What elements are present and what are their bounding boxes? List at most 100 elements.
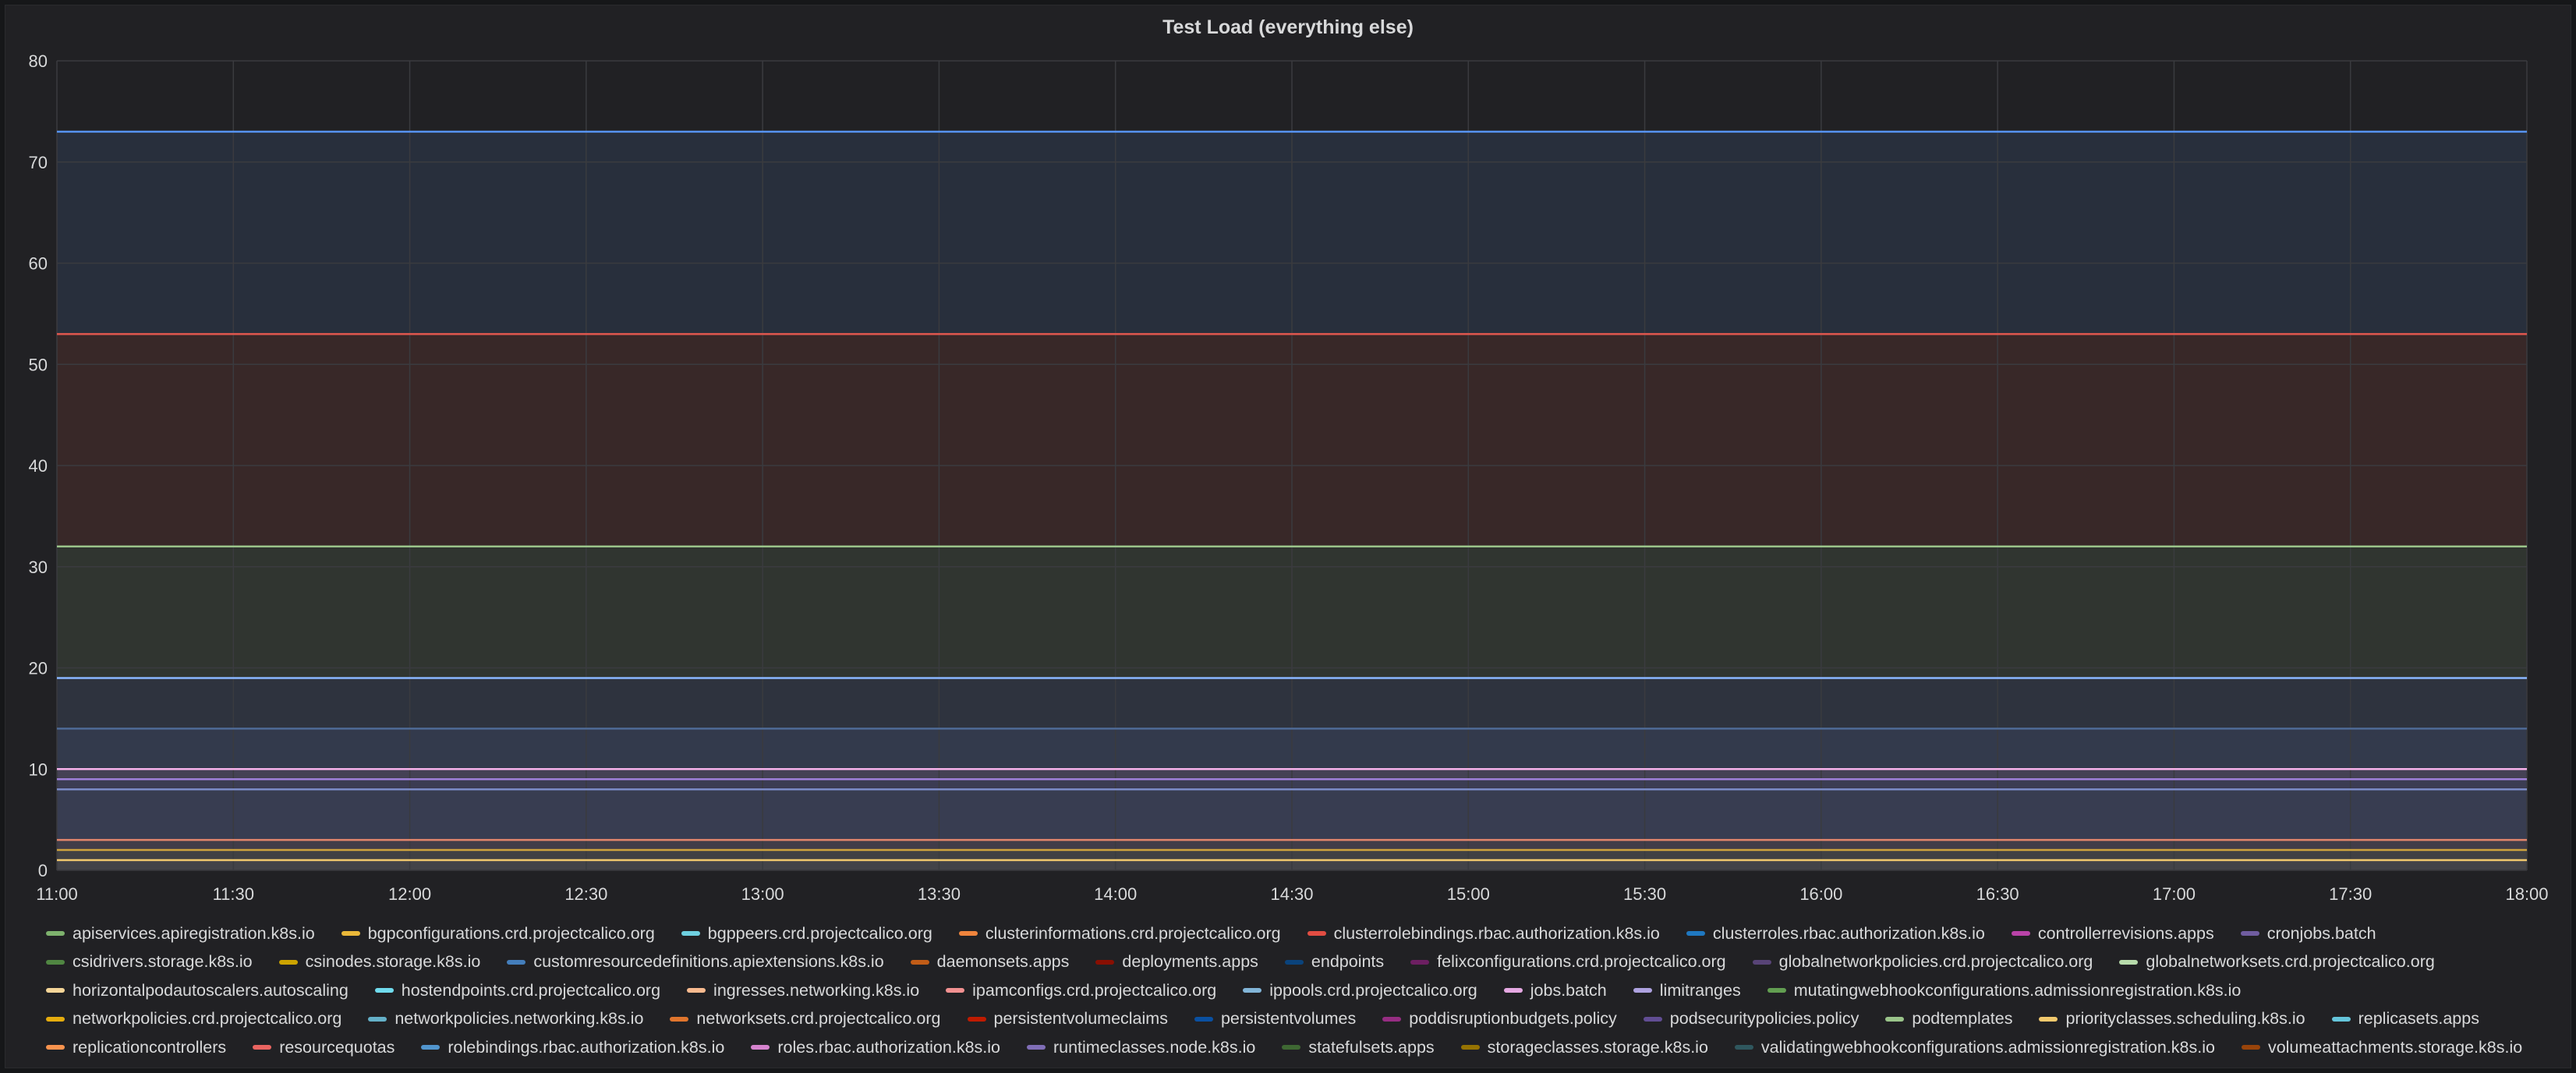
legend-item[interactable]: persistentvolumes	[1194, 1005, 1356, 1034]
legend-label: resourcequotas	[279, 1037, 395, 1057]
legend-swatch-icon	[687, 988, 706, 993]
legend-label: horizontalpodautoscalers.autoscaling	[73, 980, 349, 1000]
legend-label: ipamconfigs.crd.projectcalico.org	[972, 980, 1217, 1000]
legend-label: ingresses.networking.k8s.io	[713, 980, 920, 1000]
legend-label: podsecuritypolicies.policy	[1669, 1009, 1859, 1029]
y-tick-label: 80	[29, 51, 48, 71]
legend-label: customresourcedefinitions.apiextensions.…	[533, 952, 884, 972]
legend-label: endpoints	[1311, 952, 1385, 972]
legend-label: ippools.crd.projectcalico.org	[1269, 980, 1477, 1000]
legend-item[interactable]: roles.rbac.authorization.k8s.io	[751, 1033, 1000, 1062]
legend-label: deployments.apps	[1122, 952, 1258, 972]
legend-item[interactable]: csinodes.storage.k8s.io	[278, 948, 481, 977]
legend-label: priorityclasses.scheduling.k8s.io	[2065, 1009, 2305, 1029]
legend-swatch-icon	[1503, 988, 1523, 993]
legend-item[interactable]: storageclasses.storage.k8s.io	[1460, 1033, 1708, 1062]
legend-item[interactable]: persistentvolumeclaims	[967, 1005, 1168, 1034]
legend-item[interactable]: statefulsets.apps	[1282, 1033, 1435, 1062]
legend-item[interactable]: podsecuritypolicies.policy	[1643, 1005, 1859, 1034]
legend-item[interactable]: bgppeers.crd.projectcalico.org	[681, 919, 932, 948]
legend-item[interactable]: endpoints	[1284, 948, 1385, 977]
legend-item[interactable]: clusterroles.rbac.authorization.k8s.io	[1686, 919, 1985, 948]
y-tick-label: 40	[29, 456, 48, 476]
x-tick-label: 11:30	[213, 884, 254, 904]
legend-item[interactable]: priorityclasses.scheduling.k8s.io	[2039, 1005, 2305, 1034]
x-tick-label: 16:00	[1799, 884, 1842, 904]
legend-item[interactable]: globalnetworkpolicies.crd.projectcalico.…	[1752, 948, 2093, 977]
x-tick-label: 16:30	[1976, 884, 2019, 904]
legend-swatch-icon	[46, 1016, 65, 1022]
legend-item[interactable]: jobs.batch	[1503, 976, 1607, 1005]
legend-item[interactable]: daemonsets.apps	[910, 948, 1070, 977]
legend-swatch-icon	[1686, 931, 1705, 937]
legend-label: poddisruptionbudgets.policy	[1409, 1009, 1617, 1029]
y-tick-label: 0	[38, 861, 48, 880]
legend-item[interactable]: resourcequotas	[253, 1033, 395, 1062]
legend-item[interactable]: customresourcedefinitions.apiextensions.…	[507, 948, 884, 977]
legend-label: replicationcontrollers	[73, 1037, 227, 1057]
legend-item[interactable]: clusterrolebindings.rbac.authorization.k…	[1307, 919, 1660, 948]
legend-swatch-icon	[1382, 1016, 1402, 1022]
legend-label: daemonsets.apps	[936, 952, 1070, 972]
x-tick-label: 14:00	[1094, 884, 1137, 904]
legend-swatch-icon	[278, 959, 298, 965]
legend-item[interactable]: networksets.crd.projectcalico.org	[670, 1005, 941, 1034]
plot-area[interactable]: 0 10 20 30 40 50 60 70 80 11:00 11:30 12:00 12:30 13:…	[5, 5, 2572, 913]
legend-swatch-icon	[507, 959, 526, 965]
legend-item[interactable]: validatingwebhookconfigurations.admissio…	[1734, 1033, 2215, 1062]
legend-swatch-icon	[368, 1016, 387, 1022]
legend-item[interactable]: felixconfigurations.crd.projectcalico.or…	[1410, 948, 1726, 977]
legend-label: globalnetworksets.crd.projectcalico.org	[2146, 952, 2435, 972]
legend-item[interactable]: poddisruptionbudgets.policy	[1382, 1005, 1617, 1034]
legend-label: clusterinformations.crd.projectcalico.or…	[985, 923, 1281, 943]
legend-item[interactable]: deployments.apps	[1095, 948, 1258, 977]
legend-label: limitranges	[1659, 980, 1741, 1000]
y-tick-label: 30	[29, 558, 48, 577]
legend-item[interactable]: podtemplates	[1885, 1005, 2012, 1034]
legend-swatch-icon	[1734, 1045, 1753, 1050]
legend-label: csidrivers.storage.k8s.io	[73, 952, 253, 972]
legend-item[interactable]: rolebindings.rbac.authorization.k8s.io	[421, 1033, 724, 1062]
legend-item[interactable]: replicationcontrollers	[46, 1033, 226, 1062]
legend-item[interactable]: controllerrevisions.apps	[2011, 919, 2214, 948]
legend-swatch-icon	[1284, 959, 1304, 965]
legend-item[interactable]: globalnetworksets.crd.projectcalico.org	[2119, 948, 2435, 977]
legend-label: csinodes.storage.k8s.io	[305, 952, 481, 972]
x-tick-label: 14:30	[1270, 884, 1313, 904]
legend-item[interactable]: csidrivers.storage.k8s.io	[46, 948, 253, 977]
legend-item[interactable]: networkpolicies.crd.projectcalico.org	[46, 1005, 341, 1034]
legend-swatch-icon	[1282, 1045, 1301, 1050]
legend-swatch-icon	[46, 988, 65, 993]
legend-swatch-icon	[1643, 1016, 1662, 1022]
legend-item[interactable]: apiservices.apiregistration.k8s.io	[46, 919, 315, 948]
x-tick-label: 18:00	[2505, 884, 2548, 904]
legend-item[interactable]: networkpolicies.networking.k8s.io	[368, 1005, 643, 1034]
legend-item[interactable]: limitranges	[1633, 976, 1741, 1005]
legend-swatch-icon	[681, 931, 700, 937]
legend-item[interactable]: volumeattachments.storage.k8s.io	[2241, 1033, 2522, 1062]
legend-item[interactable]: ipamconfigs.crd.projectcalico.org	[946, 976, 1216, 1005]
legend-label: networkpolicies.crd.projectcalico.org	[73, 1009, 342, 1029]
legend-label: mutatingwebhookconfigurations.admissionr…	[1793, 980, 2242, 1000]
legend-swatch-icon	[253, 1045, 272, 1050]
legend-swatch-icon	[1410, 959, 1430, 965]
legend-item[interactable]: cronjobs.batch	[2240, 919, 2376, 948]
legend-item[interactable]: clusterinformations.crd.projectcalico.or…	[958, 919, 1281, 948]
legend-item[interactable]: replicasets.apps	[2331, 1005, 2479, 1034]
legend-swatch-icon	[2241, 1045, 2260, 1050]
legend-item[interactable]: horizontalpodautoscalers.autoscaling	[46, 976, 349, 1005]
x-tick-label: 15:00	[1447, 884, 1490, 904]
legend-item[interactable]: ippools.crd.projectcalico.org	[1243, 976, 1477, 1005]
legend-item[interactable]: runtimeclasses.node.k8s.io	[1026, 1033, 1255, 1062]
legend-item[interactable]: bgpconfigurations.crd.projectcalico.org	[341, 919, 655, 948]
legend-label: storageclasses.storage.k8s.io	[1487, 1037, 1708, 1057]
y-tick-label: 70	[29, 153, 48, 172]
legend-swatch-icon	[670, 1016, 689, 1022]
legend-item[interactable]: hostendpoints.crd.projectcalico.org	[374, 976, 660, 1005]
legend-label: networksets.crd.projectcalico.org	[696, 1009, 941, 1029]
legend-item[interactable]: ingresses.networking.k8s.io	[687, 976, 919, 1005]
legend-swatch-icon	[1885, 1016, 1905, 1022]
legend-item[interactable]: mutatingwebhookconfigurations.admissionr…	[1767, 976, 2242, 1005]
legend-swatch-icon	[751, 1045, 770, 1050]
legend-swatch-icon	[958, 931, 978, 937]
